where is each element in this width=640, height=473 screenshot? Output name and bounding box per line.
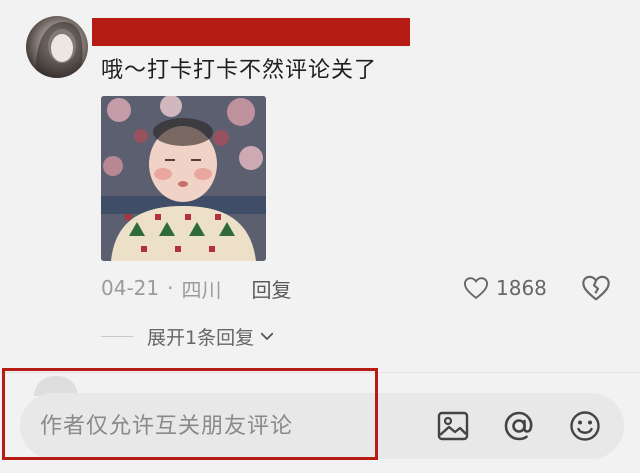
expand-replies-button[interactable]: 展开1条回复: [101, 322, 276, 350]
comment-text: 哦～打卡打卡不然评论关了: [101, 58, 378, 83]
dislike-button[interactable]: [580, 272, 612, 304]
emoji-icon[interactable]: [568, 409, 602, 443]
chevron-down-icon: [260, 332, 274, 340]
redacted-username: [92, 18, 410, 46]
like-count: 1868: [496, 276, 547, 300]
expand-replies-label: 展开1条回复: [147, 326, 255, 349]
meta-separator: ·: [167, 276, 174, 300]
at-icon[interactable]: [502, 409, 536, 443]
expand-divider-line: [101, 335, 133, 337]
broken-heart-icon: [582, 275, 610, 301]
comment-meta: 04-21 · 四川 回复: [101, 273, 291, 303]
image-icon[interactable]: [436, 409, 470, 443]
heart-icon: [463, 277, 489, 299]
reply-button[interactable]: 回复: [251, 274, 291, 303]
comment-image[interactable]: [101, 96, 266, 261]
comment-location: 四川: [181, 277, 222, 302]
like-button[interactable]: 1868: [462, 272, 547, 304]
commenter-avatar[interactable]: [26, 16, 88, 78]
comment-date: 04-21: [101, 276, 160, 300]
highlight-box: [2, 368, 378, 460]
